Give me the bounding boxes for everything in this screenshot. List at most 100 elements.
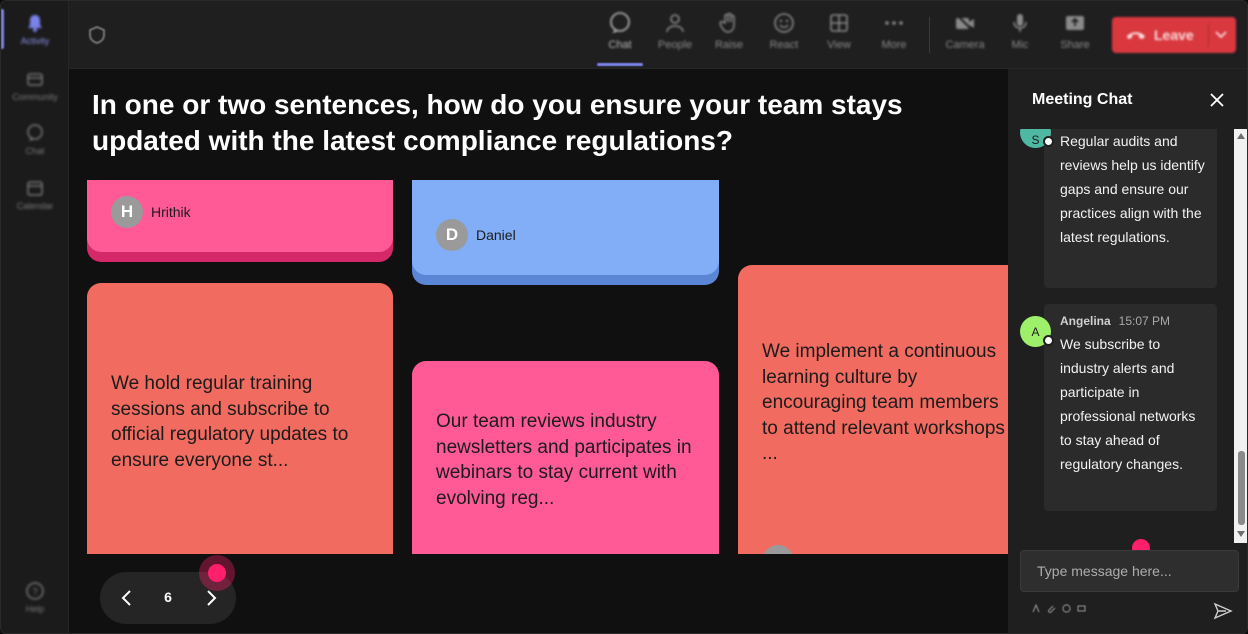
toolbar-view-button[interactable]: View — [814, 11, 864, 51]
shield-icon[interactable] — [87, 25, 107, 45]
page-number: 6 — [164, 589, 172, 605]
avatar-initial: S — [1031, 132, 1040, 147]
card-author: D Daniel — [436, 219, 516, 251]
toolbar-label: Chat — [608, 39, 632, 51]
share-icon — [1066, 16, 1084, 30]
toolbar-label: People — [657, 39, 693, 51]
svg-text:?: ? — [32, 587, 38, 598]
bell-icon — [28, 15, 42, 32]
message-meta: Angelina 15:07 PM — [1060, 314, 1170, 328]
more-icon — [885, 21, 903, 25]
chat-message-list[interactable]: Regular audits and reviews help us ident… — [1008, 129, 1234, 543]
close-icon[interactable] — [1208, 91, 1226, 109]
scroll-down-arrow[interactable] — [1237, 531, 1245, 537]
avatar: D — [436, 219, 468, 251]
scroll-up-arrow[interactable] — [1237, 133, 1245, 139]
message-text: Regular audits and reviews help us ident… — [1060, 133, 1205, 245]
presentation-stage: In one or two sentences, how do you ensu… — [69, 69, 1008, 633]
rail-item-chat[interactable]: Chat — [1, 123, 69, 156]
toolbar-label: Share — [1060, 39, 1090, 51]
chevron-left-icon[interactable] — [116, 587, 138, 609]
meeting-toolbar: Chat People Raise React View More Camera — [69, 1, 1247, 69]
active-tab-indicator — [597, 63, 643, 66]
emoji-icon[interactable] — [1062, 604, 1071, 613]
avatar: H — [111, 196, 143, 228]
message-text: We subscribe to industry alerts and part… — [1060, 336, 1196, 472]
toolbar-label: Camera — [945, 39, 985, 51]
toolbar-more-button[interactable]: More — [869, 11, 919, 51]
response-card[interactable]: Our team reviews industry newsletters an… — [412, 361, 719, 554]
presence-status-icon — [1043, 335, 1054, 346]
avatar — [762, 545, 794, 554]
author-name: Daniel — [476, 227, 516, 243]
toolbar-label: Mic — [1011, 39, 1029, 51]
rail-item-community[interactable]: Community — [1, 69, 69, 102]
rail-item-help[interactable]: ? Help — [1, 581, 69, 614]
rail-item-label: Calendar — [16, 201, 54, 211]
presence-status-icon — [1043, 136, 1054, 147]
toolbar-label: Raise — [714, 39, 744, 51]
format-icon[interactable] — [1032, 604, 1041, 613]
format-toolbar — [1032, 604, 1086, 613]
camera-off-icon — [955, 13, 975, 33]
toolbar-label: View — [827, 39, 851, 51]
response-card[interactable]: D Daniel — [412, 180, 719, 275]
hang-up-icon — [1127, 32, 1145, 39]
toolbar-camera-button[interactable]: Camera — [940, 11, 990, 51]
pointer-dot — [208, 564, 226, 582]
toolbar-react-button[interactable]: React — [759, 11, 809, 51]
toolbar-mic-button[interactable]: Mic — [995, 11, 1045, 51]
chat-message-input[interactable] — [1021, 551, 1238, 591]
card-text: We hold regular training sessions and su… — [111, 373, 349, 471]
toolbar-chat-button[interactable]: Chat — [595, 11, 645, 51]
avatar-initial: A — [1031, 324, 1040, 339]
meeting-chat-panel: Meeting Chat Regular audits and reviews … — [1008, 69, 1247, 633]
rail-item-label: Activity — [20, 36, 50, 46]
gif-icon[interactable] — [1077, 604, 1086, 613]
chevron-down-icon[interactable] — [1215, 30, 1227, 40]
attach-icon[interactable] — [1047, 604, 1056, 613]
chat-message: Angelina 15:07 PM We subscribe to industr… — [1044, 304, 1217, 511]
toolbar-raise-button[interactable]: Raise — [704, 11, 754, 51]
response-card[interactable]: We implement a continuous learning cultu… — [738, 265, 1008, 554]
chat-message: Regular audits and reviews help us ident… — [1044, 129, 1217, 288]
message-author: Angelina — [1060, 314, 1111, 328]
community-icon — [27, 73, 43, 86]
message-time: 15:07 PM — [1118, 314, 1171, 328]
mic-icon — [1013, 14, 1027, 32]
rail-item-activity[interactable]: Activity — [1, 13, 69, 46]
people-icon — [666, 14, 684, 33]
toolbar-divider — [929, 17, 930, 53]
chat-icon — [27, 124, 43, 141]
leave-label: Leave — [1154, 27, 1194, 43]
toolbar-share-button[interactable]: Share — [1050, 11, 1100, 51]
toolbar-label: React — [769, 39, 799, 51]
chat-title: Meeting Chat — [1032, 91, 1133, 108]
leave-split-divider — [1208, 23, 1209, 47]
chat-message-field[interactable] — [1020, 550, 1239, 592]
left-rail: Activity Community Chat Calendar ? Help — [1, 1, 69, 633]
leave-button[interactable]: Leave — [1112, 17, 1236, 53]
card-author: H Hrithik — [111, 196, 191, 228]
view-grid-icon — [830, 14, 848, 32]
rail-item-label: Community — [12, 92, 58, 102]
card-text: We implement a continuous learning cultu… — [762, 341, 1005, 464]
question-title: In one or two sentences, how do you ensu… — [92, 89, 903, 156]
response-card[interactable]: H Hrithik — [87, 180, 393, 252]
chat-header: Meeting Chat — [1008, 69, 1247, 129]
help-icon: ? — [26, 582, 44, 600]
raise-hand-icon — [719, 12, 735, 33]
toolbar-people-button[interactable]: People — [650, 11, 700, 51]
react-icon — [774, 13, 794, 33]
scroll-thumb[interactable] — [1238, 451, 1245, 525]
response-cards: H Hrithik D Daniel We hold regular train… — [69, 180, 1008, 554]
chat-icon — [610, 12, 630, 33]
rail-item-label: Help — [25, 604, 45, 614]
response-card[interactable]: We hold regular training sessions and su… — [87, 283, 393, 554]
card-text: Our team reviews industry newsletters an… — [436, 411, 692, 509]
rail-item-label: Chat — [25, 146, 45, 156]
author-name: Hrithik — [151, 204, 191, 220]
chat-scrollbar[interactable] — [1234, 129, 1247, 543]
rail-item-calendar[interactable]: Calendar — [1, 178, 69, 211]
send-icon[interactable] — [1213, 601, 1233, 621]
